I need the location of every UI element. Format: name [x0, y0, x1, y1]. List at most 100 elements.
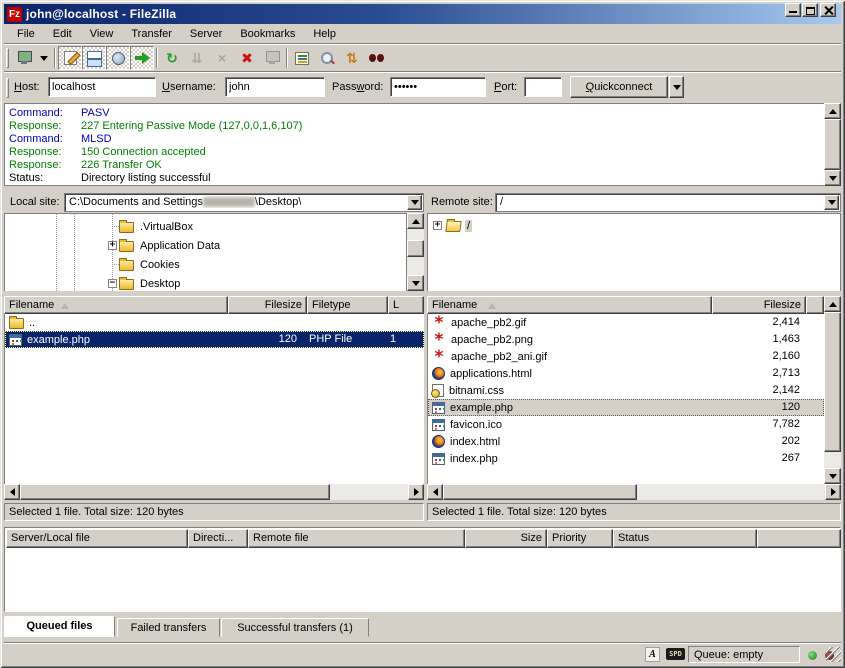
scrollbar-thumb[interactable] [407, 240, 424, 257]
local-file-list[interactable]: .. example.php 120 PHP File 1 [4, 314, 424, 484]
scrollbar-thumb[interactable] [824, 119, 841, 170]
refresh-button[interactable]: ↻ [160, 46, 184, 70]
remote-directory-tree[interactable]: + / [427, 213, 841, 291]
data-type-indicator-icon[interactable]: A [645, 647, 660, 662]
password-input[interactable] [390, 77, 486, 97]
site-manager-button[interactable] [12, 46, 36, 70]
process-queue-button[interactable]: ⇊ [185, 46, 209, 70]
menu-edit[interactable]: Edit [44, 26, 81, 42]
speed-limits-icon[interactable]: SPD [666, 648, 685, 660]
scrollbar-thumb[interactable] [824, 312, 841, 452]
scroll-up-button[interactable] [407, 213, 424, 229]
combo-dropdown-button[interactable] [824, 195, 839, 210]
transfer-queue[interactable]: Server/Local file Directi... Remote file… [4, 527, 841, 612]
local-row-example-php[interactable]: example.php 120 PHP File 1 [5, 331, 424, 348]
remote-row[interactable]: bitnami.css2,142 [428, 382, 824, 399]
tree-item-application-data[interactable]: Application Data [119, 236, 222, 255]
column-header-status[interactable]: Status [613, 529, 757, 548]
remote-row-selected[interactable]: example.php120 [428, 399, 824, 416]
remote-row[interactable]: index.html202 [428, 433, 824, 450]
titlebar[interactable]: Fz john@localhost - FileZilla [4, 4, 841, 24]
minimize-button[interactable] [785, 3, 801, 17]
toggle-local-tree-button[interactable] [82, 46, 106, 70]
tree-expander[interactable]: + [108, 241, 117, 250]
remote-list-scrollbar[interactable] [824, 296, 841, 484]
menu-file[interactable]: File [8, 26, 44, 42]
quickconnect-dropdown[interactable] [669, 76, 684, 98]
menu-server[interactable]: Server [181, 26, 231, 42]
menu-transfer[interactable]: Transfer [122, 26, 181, 42]
toggle-message-log-button[interactable] [58, 46, 82, 70]
column-header-priority[interactable]: Priority [547, 529, 613, 548]
close-button[interactable] [820, 3, 836, 17]
reconnect-button[interactable] [260, 46, 284, 70]
toggle-remote-tree-button[interactable] [106, 46, 130, 70]
scroll-right-button[interactable] [825, 484, 841, 500]
tree-item-root[interactable]: / [446, 216, 472, 235]
column-header-filename[interactable]: Filename [4, 296, 228, 314]
tree-expander[interactable]: + [433, 221, 442, 230]
username-input[interactable] [225, 77, 325, 97]
menu-bookmarks[interactable]: Bookmarks [231, 26, 304, 42]
host-input[interactable] [48, 77, 156, 97]
column-header-size[interactable]: Size [465, 529, 547, 548]
directory-listing-filters-button[interactable] [290, 46, 314, 70]
toggle-transfer-queue-button[interactable] [130, 46, 154, 70]
remote-row[interactable]: *apache_pb2.gif2,414 [428, 314, 824, 331]
scroll-left-button[interactable] [4, 484, 20, 500]
scroll-right-button[interactable] [408, 484, 424, 500]
scrollbar-thumb[interactable] [20, 484, 330, 500]
column-header-direction[interactable]: Directi... [188, 529, 248, 548]
tree-expander[interactable]: − [108, 279, 117, 288]
local-tree-scrollbar[interactable] [407, 213, 424, 291]
scroll-left-button[interactable] [427, 484, 443, 500]
remote-row[interactable]: *apache_pb2.png1,463 [428, 331, 824, 348]
maximize-button[interactable] [802, 3, 818, 17]
tree-item-virtualbox[interactable]: .VirtualBox [119, 217, 195, 236]
remote-row[interactable]: index.php267 [428, 450, 824, 467]
column-header-lastmodified[interactable]: L [388, 296, 424, 314]
local-row-parent-dir[interactable]: .. [5, 314, 424, 331]
disconnect-button[interactable]: ✖ [235, 46, 259, 70]
log-scrollbar[interactable] [824, 103, 841, 186]
column-header-remote-file[interactable]: Remote file [248, 529, 465, 548]
tree-item-cookies[interactable]: Cookies [119, 255, 182, 274]
menu-view[interactable]: View [81, 26, 123, 42]
synchronized-browsing-button[interactable]: ⇅ [340, 46, 364, 70]
resize-grip[interactable] [826, 647, 841, 662]
tree-item-desktop[interactable]: Desktop [119, 274, 182, 293]
find-files-button[interactable] [365, 46, 389, 70]
scroll-up-button[interactable] [824, 296, 841, 312]
remote-row[interactable]: applications.html2,713 [428, 365, 824, 382]
column-header-filetype[interactable]: Filetype [307, 296, 388, 314]
cancel-operation-button[interactable]: × [210, 46, 234, 70]
tab-successful-transfers[interactable]: Successful transfers (1) [221, 618, 369, 637]
remote-row[interactable]: *apache_pb2_ani.gif2,160 [428, 348, 824, 365]
menu-help[interactable]: Help [304, 26, 345, 42]
scroll-down-button[interactable] [824, 468, 841, 484]
column-header-server-local-file[interactable]: Server/Local file [6, 529, 188, 548]
column-header-filesize[interactable]: Filesize [712, 296, 806, 314]
quickconnect-button[interactable]: Quickconnect [570, 76, 668, 98]
quickconnect-gripper[interactable] [6, 78, 9, 98]
remote-file-list[interactable]: *apache_pb2.gif2,414 *apache_pb2.png1,46… [427, 314, 824, 484]
combo-dropdown-button[interactable] [407, 195, 422, 210]
column-header-filesize[interactable]: Filesize [228, 296, 307, 314]
local-site-combo[interactable]: C:\Documents and Settings\Desktop\ [64, 193, 424, 212]
site-manager-dropdown[interactable] [37, 46, 50, 70]
directory-comparison-button[interactable] [315, 46, 339, 70]
local-directory-tree[interactable]: .VirtualBox + Application Data Cookies −… [4, 213, 407, 291]
column-header-filename[interactable]: Filename [427, 296, 712, 314]
remote-site-combo[interactable]: / [495, 193, 841, 212]
toolbar-gripper[interactable] [6, 48, 9, 68]
scroll-up-button[interactable] [824, 103, 841, 119]
tab-queued-files[interactable]: Queued files [4, 616, 115, 637]
port-input[interactable] [524, 77, 562, 97]
scroll-down-button[interactable] [824, 170, 841, 186]
scrollbar-thumb[interactable] [443, 484, 637, 500]
scroll-down-button[interactable] [407, 275, 424, 291]
tab-failed-transfers[interactable]: Failed transfers [117, 618, 220, 637]
message-log[interactable]: Command:PASV Response:227 Entering Passi… [4, 103, 824, 186]
local-hscrollbar[interactable] [4, 484, 424, 500]
remote-row[interactable]: favicon.ico7,782 [428, 416, 824, 433]
